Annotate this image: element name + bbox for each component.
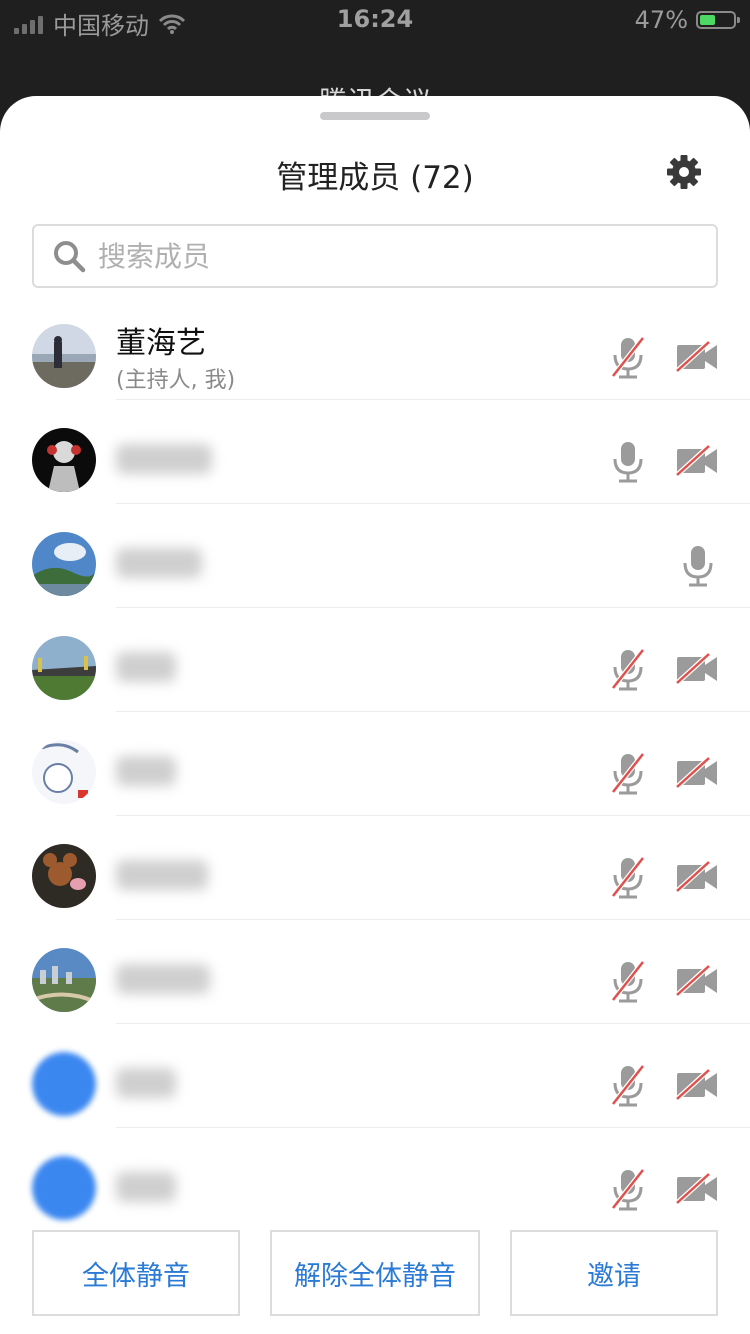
- member-name-redacted: [116, 652, 176, 682]
- bottom-action-bar: 全体静音 解除全体静音 邀请: [0, 1230, 750, 1334]
- mic-muted-icon[interactable]: [610, 752, 646, 800]
- member-row[interactable]: [0, 1128, 750, 1232]
- member-name: 董海艺: [116, 326, 206, 361]
- member-name-redacted: [116, 964, 210, 994]
- battery-fill: [700, 15, 715, 25]
- search-icon: [54, 241, 86, 273]
- member-row[interactable]: [0, 712, 750, 816]
- status-right: 47%: [634, 6, 740, 34]
- battery-percent: 47%: [634, 6, 688, 34]
- gear-icon[interactable]: [664, 152, 704, 192]
- mic-muted-icon[interactable]: [610, 336, 646, 384]
- mic-muted-icon[interactable]: [610, 648, 646, 696]
- search-input[interactable]: [96, 238, 660, 274]
- member-role: (主持人, 我): [116, 368, 236, 393]
- avatar: [32, 1156, 96, 1220]
- member-row[interactable]: [0, 920, 750, 1024]
- avatar: [32, 324, 96, 388]
- camera-off-icon[interactable]: [675, 1068, 718, 1106]
- member-row[interactable]: [0, 608, 750, 712]
- camera-off-icon[interactable]: [675, 964, 718, 1002]
- member-name-redacted: [116, 444, 212, 474]
- avatar: [32, 844, 96, 908]
- avatar: [32, 532, 96, 596]
- mute-all-button[interactable]: 全体静音: [32, 1230, 240, 1316]
- invite-button[interactable]: 邀请: [510, 1230, 718, 1316]
- mic-muted-icon[interactable]: [610, 856, 646, 904]
- camera-off-icon[interactable]: [675, 340, 718, 378]
- avatar: [32, 428, 96, 492]
- member-row[interactable]: [0, 816, 750, 920]
- camera-off-icon[interactable]: [675, 652, 718, 690]
- member-name-redacted: [116, 756, 176, 786]
- camera-off-icon[interactable]: [675, 1172, 718, 1210]
- member-row[interactable]: [0, 1024, 750, 1128]
- search-field[interactable]: [32, 224, 718, 288]
- avatar: [32, 1052, 96, 1116]
- member-list: 董海艺 (主持人, 我): [0, 296, 750, 1232]
- camera-off-icon[interactable]: [675, 756, 718, 794]
- sheet-grabber[interactable]: [320, 112, 430, 120]
- member-row[interactable]: [0, 400, 750, 504]
- member-row[interactable]: [0, 504, 750, 608]
- member-row[interactable]: 董海艺 (主持人, 我): [0, 296, 750, 400]
- avatar: [32, 948, 96, 1012]
- status-bar: 中国移动 16:24 47%: [0, 0, 750, 40]
- sheet-title: 管理成员 (72): [276, 160, 474, 196]
- member-name-redacted: [116, 1172, 176, 1202]
- avatar: [32, 740, 96, 804]
- member-name-redacted: [116, 548, 202, 578]
- mic-muted-icon[interactable]: [610, 1064, 646, 1112]
- mic-muted-icon[interactable]: [610, 1168, 646, 1216]
- battery-icon: [696, 11, 740, 29]
- member-name-redacted: [116, 1068, 176, 1098]
- camera-off-icon[interactable]: [675, 860, 718, 898]
- avatar: [32, 636, 96, 700]
- mic-icon[interactable]: [680, 544, 716, 592]
- mic-muted-icon[interactable]: [610, 960, 646, 1008]
- unmute-all-button[interactable]: 解除全体静音: [270, 1230, 480, 1316]
- camera-off-icon[interactable]: [675, 444, 718, 482]
- manage-members-sheet: 管理成员 (72) 董海艺 (主持人, 我): [0, 96, 750, 1334]
- mic-icon[interactable]: [610, 440, 646, 488]
- member-name-redacted: [116, 860, 208, 890]
